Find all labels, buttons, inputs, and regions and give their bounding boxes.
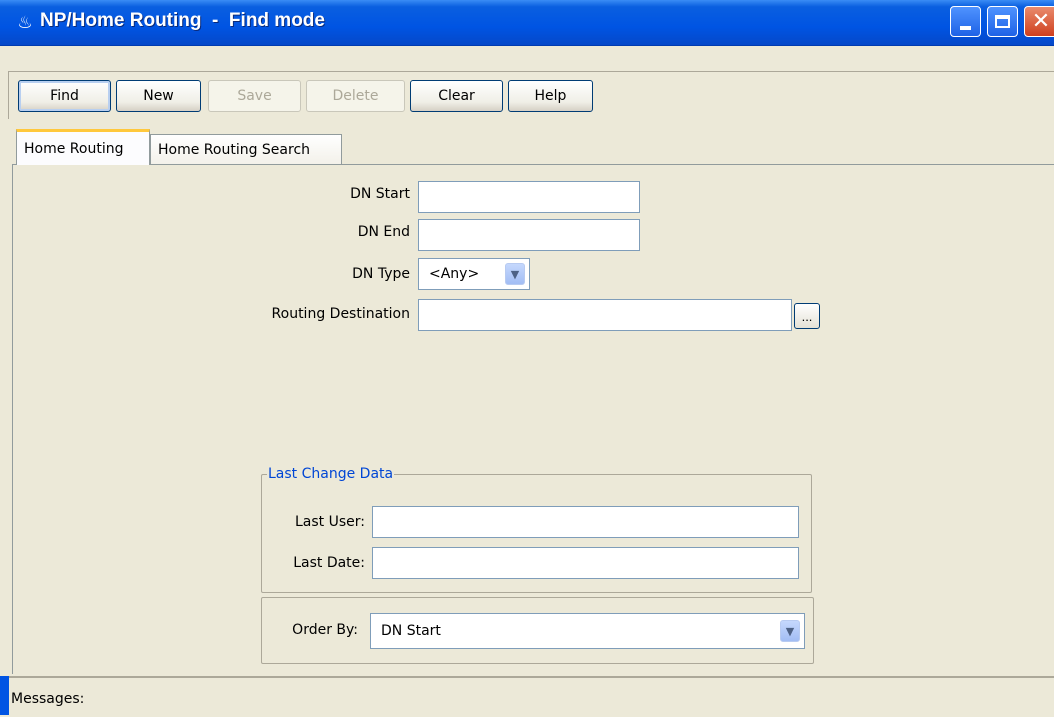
routing-destination-label: Routing Destination [271,306,410,322]
last-change-group-title: Last Change Data [267,466,395,482]
title-bar[interactable]: ♨ NP/Home Routing - Find mode ✕ [0,0,1054,46]
window-border [0,676,9,715]
dn-type-value: <Any> [429,266,480,282]
clear-button[interactable]: Clear [410,80,503,112]
messages-bar: Messages: [0,676,1054,717]
order-by-value: DN Start [381,623,441,639]
order-by-select[interactable]: DN Start ▼ [370,613,805,649]
maximize-button[interactable] [987,6,1018,37]
messages-label: Messages: [11,691,85,707]
window-title: NP/Home Routing - Find mode [40,10,325,31]
dn-end-field[interactable] [418,219,640,251]
close-icon: ✕ [1031,8,1051,34]
routing-destination-browse-button[interactable]: ... [794,303,820,329]
order-by-label: Order By: [292,622,358,638]
java-cup-icon: ♨ [17,13,33,33]
dn-type-select[interactable]: <Any> ▼ [418,258,530,290]
last-date-field[interactable] [372,547,799,579]
last-user-field[interactable] [372,506,799,538]
last-user-label: Last User: [295,514,365,530]
help-button[interactable]: Help [508,80,593,112]
dn-type-label: DN Type [352,266,410,282]
tab-home-routing-search[interactable]: Home Routing Search [150,134,342,164]
close-button[interactable]: ✕ [1024,6,1054,37]
tab-home-routing[interactable]: Home Routing [16,129,150,165]
minimize-icon [960,25,971,30]
dn-start-label: DN Start [350,186,410,202]
new-button[interactable]: New [116,80,201,112]
dn-start-field[interactable] [418,181,640,213]
last-date-label: Last Date: [293,555,365,571]
save-button[interactable]: Save [208,80,301,112]
minimize-button[interactable] [950,6,981,37]
maximize-icon [995,15,1010,28]
routing-destination-field[interactable] [418,299,792,331]
dn-end-label: DN End [357,224,410,240]
chevron-down-icon[interactable]: ▼ [505,263,525,285]
find-button[interactable]: Find [18,80,111,112]
chevron-down-icon[interactable]: ▼ [780,620,800,642]
delete-button[interactable]: Delete [306,80,405,112]
app-window: ♨ NP/Home Routing - Find mode ✕ Find New… [0,0,1054,717]
